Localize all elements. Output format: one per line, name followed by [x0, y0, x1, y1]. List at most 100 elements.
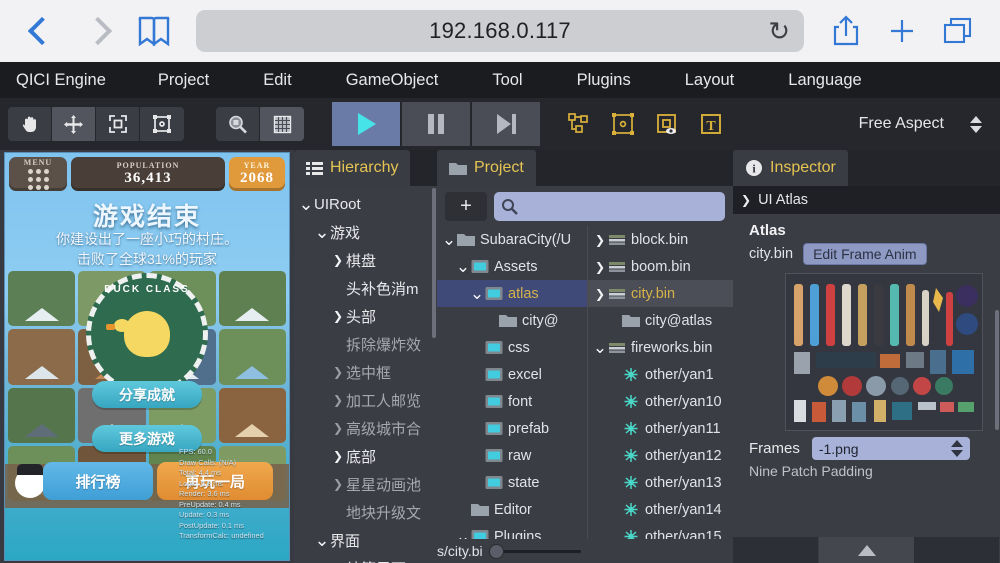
visibility-gizmo-button[interactable] [652, 109, 682, 139]
project-file-list[interactable]: ❯ block.bin ❯ boom.bin ❯ city.bin city@atlas ⌄ f… [588, 226, 733, 563]
chevron-right-icon[interactable]: ❯ [330, 449, 346, 463]
menu-item-plugins[interactable]: Plugins [567, 71, 641, 90]
hand-tool-button[interactable] [8, 107, 52, 141]
project-tree-row[interactable]: ⌄ SubaraCity(/U [437, 226, 587, 253]
thumbnail-size-slider[interactable] [488, 543, 581, 559]
leaderboard-button[interactable]: 排行榜 [43, 462, 153, 500]
chevron-down-icon[interactable]: ❯ [741, 193, 751, 207]
menu-item-gameobject[interactable]: GameObject [336, 71, 449, 90]
address-bar[interactable]: 192.168.0.117 ↻ [196, 10, 804, 52]
ui-atlas-component-header[interactable]: ❯ UI Atlas [733, 186, 1000, 214]
hierarchy-row[interactable]: ❯ 选中框 [298, 358, 437, 386]
menu-item-layout[interactable]: Layout [675, 71, 745, 90]
project-tree-row[interactable]: prefab [437, 415, 587, 442]
chevron-right-icon[interactable]: ❯ [330, 477, 346, 491]
chevron-right-icon[interactable]: ❯ [330, 393, 346, 407]
hierarchy-row[interactable]: 拆除爆炸效 [298, 330, 437, 358]
project-tree-row[interactable]: css [437, 334, 587, 361]
project-tree-row[interactable]: state [437, 469, 587, 496]
project-tree-row[interactable]: font [437, 388, 587, 415]
hierarchy-row[interactable]: 头补色消m [298, 274, 437, 302]
chevron-down-icon[interactable]: ⌄ [314, 223, 330, 241]
hierarchy-row[interactable]: ❯ 加工人邮览 [298, 386, 437, 414]
pause-button[interactable] [402, 102, 472, 146]
nodes-gizmo-button[interactable] [564, 109, 594, 139]
project-file-row[interactable]: other/yan14 [588, 496, 733, 523]
project-tree-row[interactable]: ⌄ Assets [437, 253, 587, 280]
tabs-button[interactable] [930, 3, 986, 59]
chevron-right-icon[interactable]: ❯ [330, 253, 346, 267]
project-file-row[interactable]: other/yan1 [588, 361, 733, 388]
hierarchy-row[interactable]: ❯ 星星动画池 [298, 470, 437, 498]
project-tree-row[interactable]: raw [437, 442, 587, 469]
chevron-updown-icon[interactable] [970, 115, 982, 133]
grid-tool-button[interactable] [260, 107, 304, 141]
add-asset-button[interactable]: + [445, 191, 487, 221]
project-file-row[interactable]: other/yan13 [588, 469, 733, 496]
chevron-down-icon[interactable]: ⌄ [441, 231, 457, 248]
menu-item-edit[interactable]: Edit [253, 71, 301, 90]
forward-button[interactable] [70, 3, 126, 59]
menu-item-tool[interactable]: Tool [482, 71, 532, 90]
menu-item-project[interactable]: Project [148, 71, 219, 90]
bottom-segment-left[interactable] [733, 537, 820, 563]
project-file-row[interactable]: other/yan12 [588, 442, 733, 469]
tab-inspector[interactable]: i Inspector [733, 150, 848, 186]
project-file-row[interactable]: ⌄ fireworks.bin [588, 334, 733, 361]
play-button[interactable] [332, 102, 402, 146]
hierarchy-row[interactable]: 地块升级文 [298, 498, 437, 526]
project-file-row[interactable]: city@atlas [588, 307, 733, 334]
step-button[interactable] [472, 102, 542, 146]
bookmarks-button[interactable] [126, 3, 182, 59]
hierarchy-row[interactable]: ⌄ 界面 [298, 526, 437, 554]
aspect-ratio-selector[interactable]: Free Aspect [859, 115, 982, 133]
project-file-row[interactable]: ❯ city.bin [588, 280, 733, 307]
tab-hierarchy[interactable]: Hierarchy [294, 150, 411, 186]
rect-tool-button[interactable] [140, 107, 184, 141]
share-button[interactable] [818, 3, 874, 59]
chevron-right-icon[interactable]: ❯ [592, 233, 608, 247]
hierarchy-row[interactable]: ❯ 高级城市合 [298, 414, 437, 442]
chevron-updown-icon[interactable] [950, 440, 963, 457]
menu-item-language[interactable]: Language [778, 71, 871, 90]
chevron-right-icon[interactable]: ❯ [330, 421, 346, 435]
zoom-tool-button[interactable] [216, 107, 260, 141]
bounds-gizmo-button[interactable] [608, 109, 638, 139]
slider-knob[interactable] [488, 543, 504, 559]
hierarchy-row[interactable]: ❯结算界面 [298, 554, 437, 563]
chevron-right-icon[interactable]: ❯ [592, 260, 608, 274]
chevron-down-icon[interactable]: ⌄ [314, 531, 330, 549]
frames-select[interactable]: -1.png [811, 437, 970, 460]
chevron-down-icon[interactable]: ⌄ [469, 285, 485, 302]
hierarchy-row[interactable]: ⌄ UIRoot [298, 190, 437, 218]
chevron-right-icon[interactable]: ❯ [592, 287, 608, 301]
inspector-scrollbar[interactable] [995, 310, 999, 430]
project-file-row[interactable]: other/yan10 [588, 388, 733, 415]
project-tree-row[interactable]: excel [437, 361, 587, 388]
bottom-segment-right[interactable] [914, 537, 1000, 563]
game-view[interactable]: MENU POPULATION 36,413 YEAR 2068 游戏结束 你建… [4, 152, 290, 561]
reload-icon[interactable]: ↻ [768, 18, 790, 44]
chevron-down-icon[interactable]: ⌄ [592, 339, 608, 356]
chevron-down-icon[interactable]: ⌄ [455, 258, 471, 275]
collapse-panel-button[interactable] [819, 537, 914, 563]
hierarchy-row[interactable]: ⌄ 游戏 [298, 218, 437, 246]
hierarchy-row[interactable]: ❯ 棋盘 [298, 246, 437, 274]
new-tab-button[interactable] [874, 3, 930, 59]
hierarchy-row[interactable]: ❯ 头部 [298, 302, 437, 330]
tab-project[interactable]: Project [437, 150, 536, 186]
chevron-right-icon[interactable]: ❯ [330, 309, 346, 323]
move-tool-button[interactable] [52, 107, 96, 141]
hierarchy-tree[interactable]: ⌄ UIRoot ⌄ 游戏 ❯ 棋盘 头补色消m ❯ 头部 拆除爆炸效 ❯ 选中框 ❯ 加工人邮览 ❯ 高级城… [294, 186, 437, 563]
project-file-row[interactable]: ❯ block.bin [588, 226, 733, 253]
text-gizmo-button[interactable]: T [696, 109, 726, 139]
chevron-down-icon[interactable]: ⌄ [298, 195, 314, 213]
project-file-row[interactable]: ❯ boom.bin [588, 253, 733, 280]
project-tree-row[interactable]: Editor [437, 496, 587, 523]
search-input[interactable] [494, 191, 725, 221]
chevron-right-icon[interactable]: ❯ [330, 365, 346, 379]
edit-frame-animation-button[interactable]: Edit Frame Anim [803, 243, 927, 265]
menu-item-qici-engine[interactable]: QICI Engine [6, 71, 116, 90]
project-file-row[interactable]: other/yan11 [588, 415, 733, 442]
back-button[interactable] [14, 3, 70, 59]
